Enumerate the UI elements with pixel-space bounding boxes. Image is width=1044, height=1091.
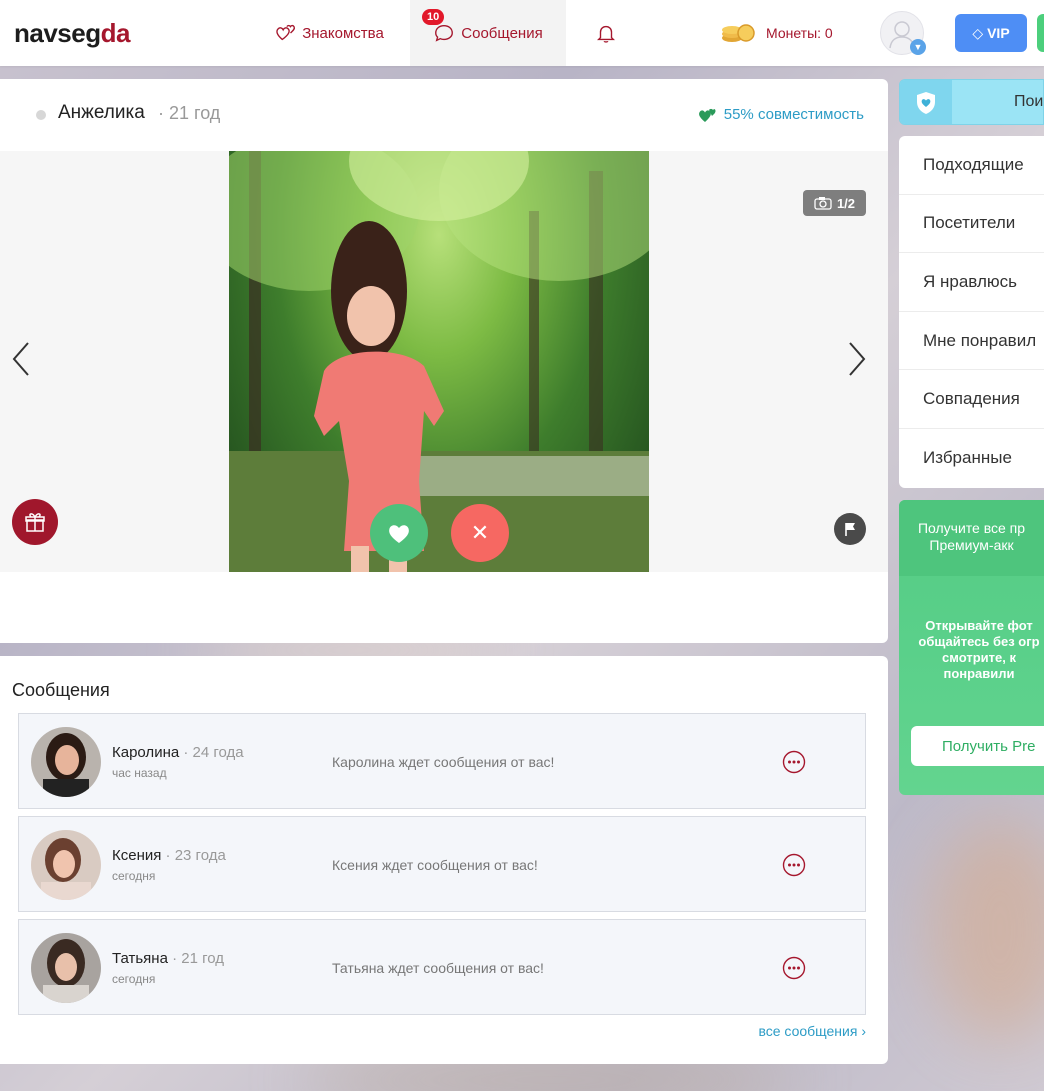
avatar[interactable] [31,830,101,900]
hearts-icon [276,24,296,41]
message-sender-name: Татьяна [112,950,168,967]
photo-counter-label: 1/2 [836,195,856,211]
more-options-icon[interactable] [782,750,806,774]
profile-card: Анжелика · 21 год 55% совместимость 1/2 … [0,79,888,643]
diamond-icon: ◇ [972,24,984,41]
nav-messages[interactable]: Сообщения 10 [410,0,566,66]
online-status-dot [36,110,46,120]
camera-icon [814,197,832,210]
messages-count-badge: 10 [422,9,445,25]
bell-icon [597,25,615,43]
premium-header-button[interactable] [1037,14,1044,52]
message-time: час назад [112,766,167,780]
sidebar-menu: Подходящие Посетители Я нравлюсь Мне пон… [899,136,1044,488]
message-time: сегодня [112,972,156,986]
promo-body2: общайтесь без огр [918,634,1040,649]
photo-viewer: 1/2 ✕ [0,151,888,572]
notifications-button[interactable] [588,0,624,66]
search-label: Пои [1014,93,1044,110]
avatar-image [31,830,101,900]
avatar[interactable] [31,933,101,1003]
messages-card: Сообщения Каролина · 24 года час назад К… [0,656,888,1064]
message-preview: Татьяна ждет сообщения от вас! [332,960,544,976]
promo-body3: смотрите, к [942,650,1016,665]
logo-accent: da [100,18,131,48]
avatar-image [31,727,101,797]
message-sender-name: Ксения [112,847,162,864]
promo-description: Открывайте фот общайтесь без огр смотрит… [899,618,1044,682]
nav-dating[interactable]: Знакомства [248,0,410,66]
get-premium-button[interactable]: Получить Pre [911,726,1044,766]
sidebar-item-matches[interactable]: Совпадения [899,370,1044,429]
previous-photo-arrow[interactable] [8,339,32,379]
send-gift-button[interactable] [12,499,58,545]
coins-balance[interactable]: Монеты: 0 [720,0,833,66]
nav-dating-label: Знакомства [302,24,384,42]
compatibility-indicator[interactable]: 55% совместимость [698,106,864,123]
message-row[interactable]: Татьяна · 21 год сегодня Татьяна ждет со… [18,919,866,1015]
message-sender-age: · 23 года [165,847,226,864]
user-avatar-button[interactable]: ▼ [880,11,926,55]
profile-photo[interactable] [229,151,649,572]
more-options-icon[interactable] [782,956,806,980]
dislike-button[interactable]: ✕ [451,504,509,562]
messages-title: Сообщения [12,680,110,700]
hearts-icon [698,108,716,122]
sidebar-item-matching[interactable]: Подходящие [899,136,1044,195]
sidebar-item-favorites[interactable]: Избранные [899,429,1044,488]
like-button[interactable] [370,504,428,562]
flag-icon [845,523,855,536]
promo-body4: понравили [943,666,1015,681]
message-sender-age: · 21 год [172,950,225,967]
message-sender-age: · 24 года [183,744,244,761]
message-sender: Ксения · 23 года [112,847,226,864]
premium-promo: Получите все пр Премиум-акк Открывайте ф… [899,500,1044,795]
message-sender: Татьяна · 21 год [112,950,224,967]
promo-line1: Получите все пр [917,520,1026,536]
profile-age: · 21 год [158,103,221,123]
nav-messages-label: Сообщения [461,24,543,42]
message-preview: Ксения ждет сообщения от вас! [332,857,538,873]
compatibility-label: 55% совместимость [723,106,864,123]
promo-line2: Премиум-акк [929,537,1014,553]
coins-label: Монеты: 0 [766,25,833,41]
heart-shield-icon [917,92,935,114]
top-header: navsegda Знакомства Сообщения 10 Монеты:… [0,0,1044,66]
sidebar-item-visitors[interactable]: Посетители [899,195,1044,254]
message-sender-name: Каролина [112,744,180,761]
promo-headline: Получите все пр Премиум-акк [899,500,1044,576]
message-row[interactable]: Ксения · 23 года сегодня Ксения ждет соо… [18,816,866,912]
message-preview: Каролина ждет сообщения от вас! [332,754,555,770]
search-button[interactable]: Пои [899,79,1044,125]
logo[interactable]: navsegda [14,18,130,49]
promo-body1: Открывайте фот [925,618,1033,633]
coins-icon [722,24,755,42]
report-button[interactable] [834,513,866,545]
avatar-image [31,933,101,1003]
avatar[interactable] [31,727,101,797]
message-sender: Каролина · 24 года [112,744,244,761]
message-row[interactable]: Каролина · 24 года час назад Каролина жд… [18,713,866,809]
vip-button[interactable]: ◇ VIP [955,14,1027,52]
photo-counter: 1/2 [803,190,866,216]
all-messages-link[interactable]: все сообщения › [758,1023,866,1039]
search-icon-box [900,80,952,124]
vip-label: VIP [987,25,1010,41]
background-face [930,820,1044,1040]
gift-icon [25,513,45,532]
profile-header: Анжелика · 21 год 55% совместимость [0,79,888,151]
chat-bubble-icon [435,24,454,42]
logo-main: navseg [14,18,101,48]
photo-scene [229,151,649,572]
profile-name[interactable]: Анжелика [58,102,145,124]
chevron-down-icon: ▼ [910,39,926,55]
next-photo-arrow[interactable] [846,339,870,379]
heart-icon [389,525,409,543]
sidebar-item-i-liked[interactable]: Мне понравил [899,312,1044,371]
message-time: сегодня [112,869,156,883]
sidebar-item-liked-me[interactable]: Я нравлюсь [899,253,1044,312]
close-icon: ✕ [470,520,490,545]
more-options-icon[interactable] [782,853,806,877]
